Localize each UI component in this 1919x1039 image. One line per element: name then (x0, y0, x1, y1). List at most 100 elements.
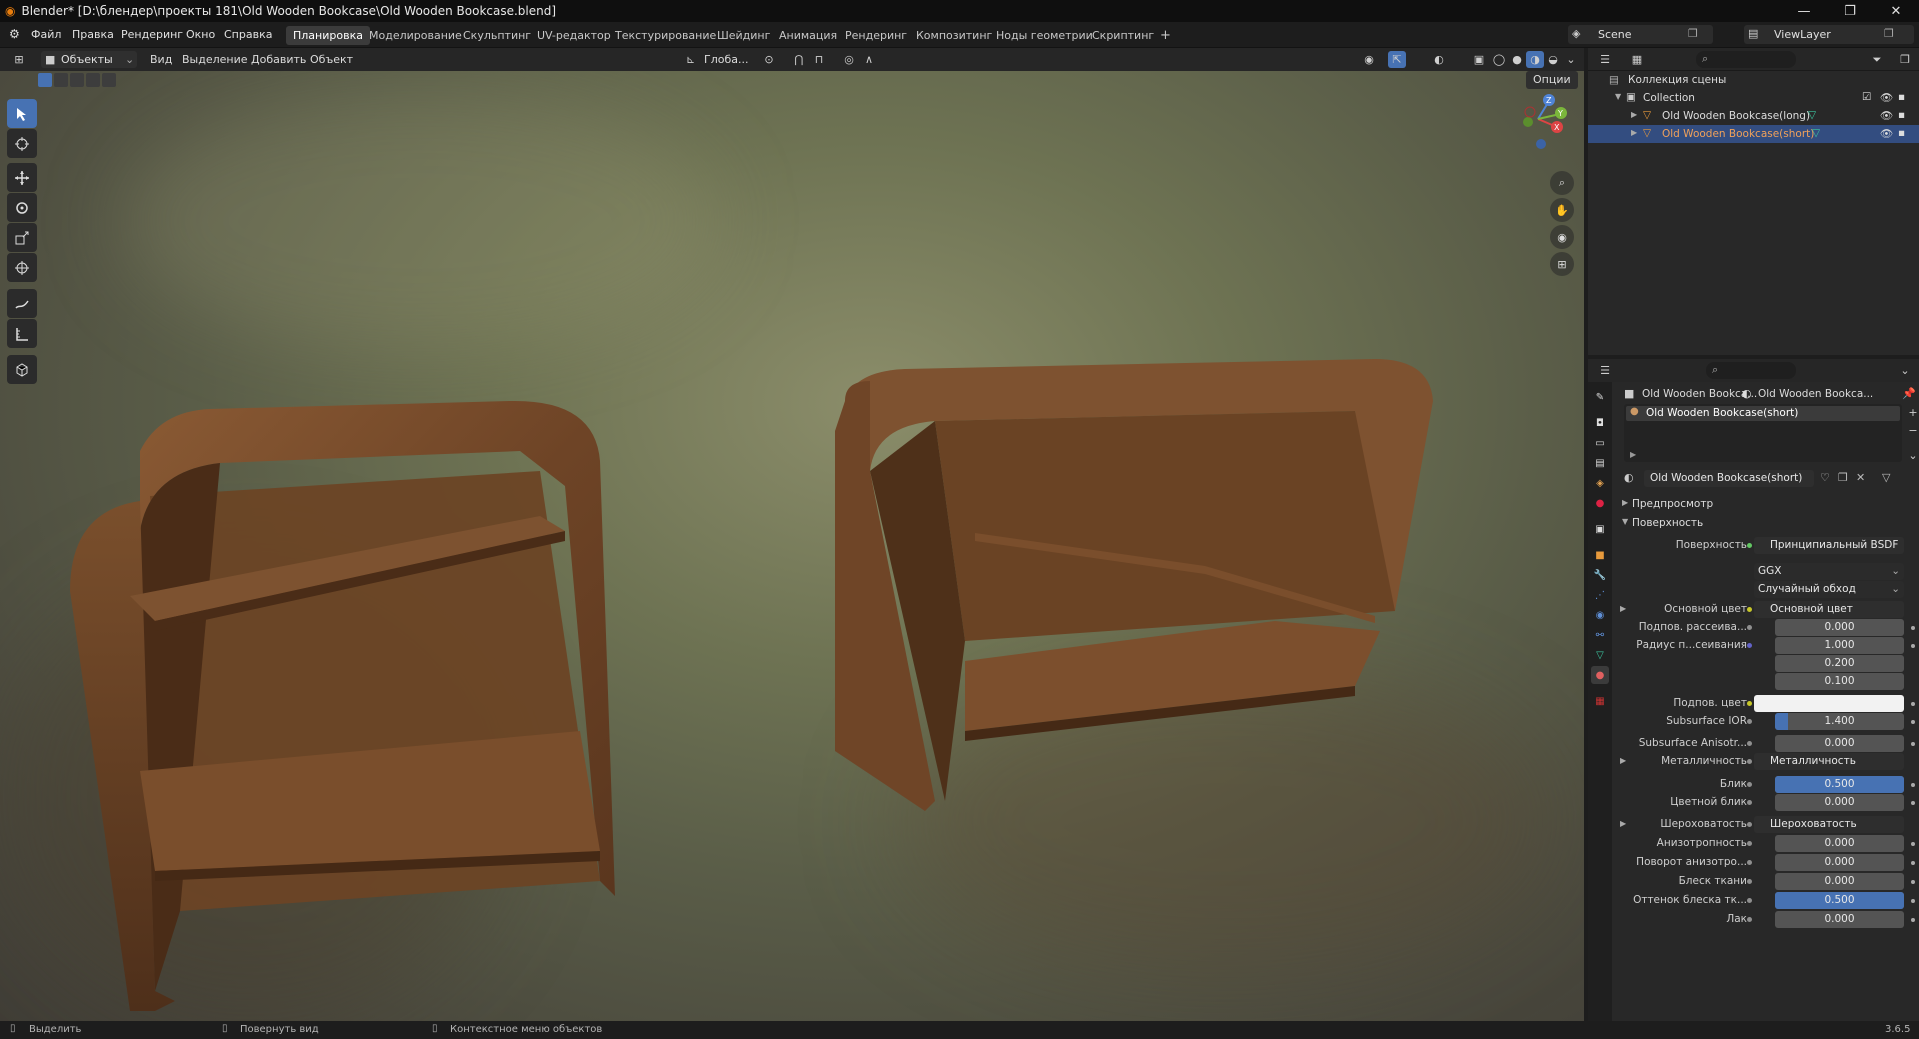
mesh-data-icon[interactable]: ▽ (1808, 109, 1816, 121)
select-new-icon[interactable] (38, 73, 52, 87)
close-window-button[interactable]: ✕ (1873, 0, 1919, 22)
scene-tab-icon[interactable]: ◈ (1591, 474, 1609, 492)
keyframe-dot-icon[interactable] (1911, 644, 1915, 648)
keyframe-dot-icon[interactable] (1911, 720, 1915, 724)
world-tab-icon[interactable]: ● (1591, 494, 1609, 512)
workspace-tab-rendering[interactable]: Рендеринг (838, 26, 914, 45)
link-mode-icon[interactable]: ▽ (1882, 471, 1890, 484)
socket-dot-icon[interactable] (1747, 719, 1752, 724)
output-tab-icon[interactable]: ▭ (1591, 434, 1609, 452)
snap-target-icon[interactable]: ⊓ (810, 51, 828, 68)
number-field[interactable]: 0.000 (1775, 735, 1904, 752)
chevron-down-icon[interactable]: ⌄ (1896, 362, 1914, 379)
xray-icon[interactable]: ▣ (1470, 51, 1488, 68)
eye-icon[interactable]: 👁 (1880, 91, 1893, 104)
number-field[interactable]: 0.100 (1775, 673, 1904, 690)
keyframe-dot-icon[interactable] (1911, 861, 1915, 865)
color-swatch[interactable] (1754, 695, 1904, 712)
zoom-icon[interactable]: ⌕ (1550, 171, 1574, 195)
remove-slot-icon[interactable]: − (1904, 422, 1919, 439)
number-field[interactable]: 0.200 (1775, 655, 1904, 672)
workspace-tab-animation[interactable]: Анимация (772, 26, 844, 45)
workspace-tab-shading[interactable]: Шейдинг (710, 26, 777, 45)
3d-viewport[interactable]: Опции Z X Y ⌕ ✋ ◉ ⊞ (0, 71, 1584, 1021)
keyframe-dot-icon[interactable] (1911, 899, 1915, 903)
texture-tab-icon[interactable]: ▦ (1591, 692, 1609, 710)
slot-specials-icon[interactable]: ⌄ (1904, 447, 1919, 464)
number-field[interactable]: 0.000 (1775, 619, 1904, 636)
annotate-tool[interactable] (7, 289, 37, 318)
keyframe-dot-icon[interactable] (1911, 842, 1915, 846)
keyframe-dot-icon[interactable] (1911, 918, 1915, 922)
outliner-row-collection[interactable]: ▼ ▣ Collection ☑ 👁 ▪ (1588, 89, 1919, 107)
gizmo-toggle-icon[interactable]: ⇱ (1388, 51, 1406, 68)
workspace-tab-modeling[interactable]: Моделирование (362, 26, 469, 45)
menu-render[interactable]: Рендеринг (121, 28, 183, 41)
fake-user-icon[interactable]: ♡ (1820, 471, 1830, 484)
rendered-shading-icon[interactable]: ◒ (1544, 51, 1562, 68)
particles-tab-icon[interactable]: ⋰ (1591, 586, 1609, 604)
socket-dot-icon[interactable] (1747, 625, 1752, 630)
blender-menu-icon[interactable]: ⚙ (9, 27, 20, 41)
transform-tool[interactable] (7, 253, 37, 282)
material-shading-icon[interactable]: ◑ (1526, 51, 1544, 68)
linked-input-field[interactable]: Шероховатость (1754, 816, 1904, 833)
menu-window[interactable]: Окно (186, 28, 215, 41)
view-layer-tab-icon[interactable]: ▤ (1591, 454, 1609, 472)
menu-object[interactable]: Объект (310, 51, 353, 68)
add-slot-icon[interactable]: + (1904, 404, 1919, 421)
properties-editor-icon[interactable]: ☰ (1596, 362, 1614, 379)
socket-dot-icon[interactable] (1747, 643, 1752, 648)
mode-dropdown[interactable]: ■ Объекты ⌄ (41, 51, 137, 68)
number-field[interactable]: 0.000 (1775, 835, 1904, 852)
workspace-tab-compositing[interactable]: Композитинг (909, 26, 999, 45)
shading-dropdown-icon[interactable]: ⌄ (1562, 51, 1580, 68)
outliner-row-scene-collection[interactable]: ▤ Коллекция сцены (1588, 71, 1919, 89)
menu-edit[interactable]: Правка (72, 28, 114, 41)
ortho-grid-icon[interactable]: ⊞ (1550, 252, 1574, 276)
gizmo-neg-x-icon[interactable] (1524, 106, 1536, 118)
select-extend-icon[interactable] (54, 73, 68, 87)
socket-dot-icon[interactable] (1747, 841, 1752, 846)
eye-icon[interactable]: 👁 (1880, 109, 1893, 122)
breadcrumb-object[interactable]: Old Wooden Bookca... (1642, 388, 1757, 400)
menu-file[interactable]: Файл (31, 28, 61, 41)
overlay-icon[interactable]: ◐ (1430, 51, 1448, 68)
material-tab-icon[interactable]: ● (1591, 666, 1609, 684)
number-field[interactable]: 0.000 (1775, 873, 1904, 890)
linked-input-field[interactable]: Металличность (1754, 753, 1904, 770)
gizmo-neg-y-icon[interactable] (1523, 117, 1533, 127)
subsurface-method-dropdown[interactable]: Случайный обход ⌄ (1754, 581, 1904, 598)
socket-dot-icon[interactable] (1747, 607, 1752, 612)
number-field[interactable]: 1.400 (1775, 713, 1904, 730)
number-field[interactable]: 0.500 (1775, 892, 1904, 909)
constraints-tab-icon[interactable]: ⚯ (1591, 626, 1609, 644)
socket-dot-icon[interactable] (1747, 782, 1752, 787)
tool-tab-icon[interactable]: ✎ (1591, 388, 1609, 406)
expand-arrow-icon[interactable]: ▶ (1630, 450, 1636, 459)
rotate-tool[interactable] (7, 193, 37, 222)
outliner-row-object[interactable]: ▶ ▽ Old Wooden Bookcase(long) ▽ 👁 ▪ (1588, 107, 1919, 125)
menu-help[interactable]: Справка (224, 28, 272, 41)
orientation-dropdown[interactable]: ⊾ Глоба... (684, 51, 754, 68)
socket-dot-icon[interactable] (1747, 917, 1752, 922)
display-mode-icon[interactable]: ▦ (1628, 51, 1646, 68)
keyframe-dot-icon[interactable] (1911, 880, 1915, 884)
new-scene-icon[interactable]: ❐ (1688, 27, 1698, 40)
material-name-field[interactable]: Old Wooden Bookcase(short) (1644, 470, 1814, 487)
move-tool[interactable] (7, 163, 37, 192)
outliner-editor-icon[interactable]: ☰ (1596, 51, 1614, 68)
pivot-icon[interactable]: ⊙ (760, 51, 778, 68)
keyframe-dot-icon[interactable] (1911, 702, 1915, 706)
collection-tab-icon[interactable]: ▣ (1591, 520, 1609, 538)
proportional-edit-icon[interactable]: ◎ (840, 51, 858, 68)
editor-type-icon[interactable]: ⊞ (10, 51, 28, 68)
workspace-tab-uv[interactable]: UV-редактор (530, 26, 618, 45)
material-slot-row[interactable]: ● Old Wooden Bookcase(short) (1626, 406, 1900, 421)
snap-icon[interactable]: ⋂ (790, 51, 808, 68)
camera-icon[interactable]: ▪ (1898, 109, 1905, 121)
camera-icon[interactable]: ▪ (1898, 91, 1905, 103)
add-workspace-button[interactable]: + (1153, 26, 1178, 45)
menu-select[interactable]: Выделение (182, 51, 248, 68)
modifier-tab-icon[interactable]: 🔧 (1591, 566, 1609, 584)
